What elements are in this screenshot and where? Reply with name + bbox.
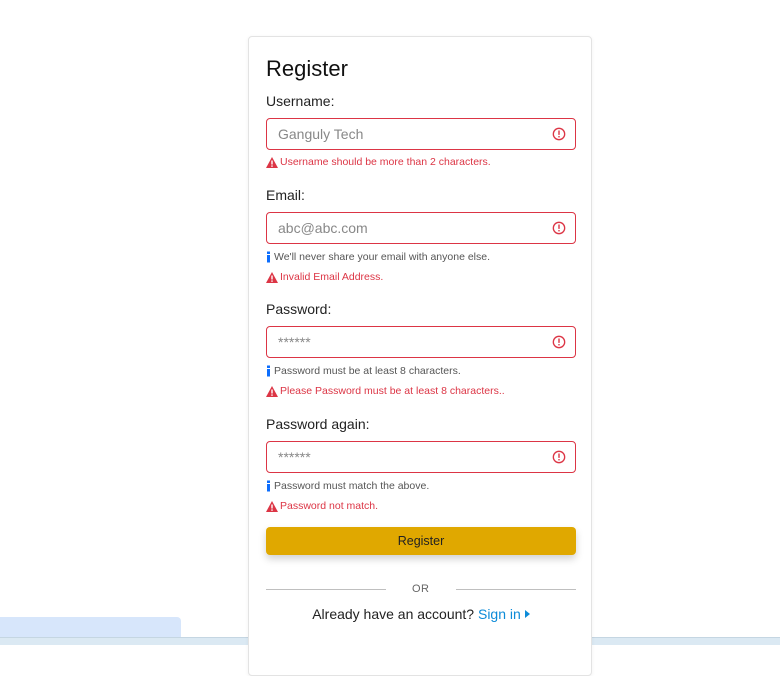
password-again-help-text: Password must match the above. — [274, 480, 430, 492]
password-again-field-wrap — [266, 441, 576, 473]
exclamation-circle-icon — [552, 335, 566, 349]
divider-or-text: OR — [412, 583, 430, 595]
exclamation-circle-icon — [552, 450, 566, 464]
warning-triangle-icon — [266, 156, 278, 168]
password-error-text: Please Password must be at least 8 chara… — [280, 385, 505, 397]
signin-link-text: Sign in — [477, 606, 521, 622]
info-icon — [267, 365, 270, 377]
password-again-label: Password again: — [266, 416, 370, 432]
password-help-text: Password must be at least 8 characters. — [274, 365, 461, 377]
info-icon — [267, 480, 270, 492]
password-input[interactable] — [267, 327, 548, 357]
email-error-text: Invalid Email Address. — [280, 271, 384, 283]
password-again-error-text: Password not match. — [280, 500, 379, 512]
register-card: Register Username: Username should be mo… — [248, 36, 592, 676]
password-field-wrap — [266, 326, 576, 358]
username-error-text: Username should be more than 2 character… — [280, 156, 491, 168]
email-help-text: We'll never share your email with anyone… — [274, 251, 490, 263]
password-again-help: Password must match the above. — [266, 480, 429, 492]
warning-triangle-icon — [266, 385, 278, 397]
password-label: Password: — [266, 301, 332, 317]
username-label: Username: — [266, 93, 335, 109]
info-icon — [267, 251, 270, 263]
username-field-wrap — [266, 118, 576, 150]
divider-left — [266, 589, 386, 590]
password-again-input[interactable] — [267, 442, 548, 472]
username-error: Username should be more than 2 character… — [266, 156, 491, 168]
signin-link[interactable]: Sign in — [478, 606, 530, 622]
password-help: Password must be at least 8 characters. — [266, 365, 461, 377]
signin-prompt: Already have an account? — [312, 606, 475, 622]
email-label: Email: — [266, 187, 305, 203]
email-input[interactable] — [267, 213, 548, 243]
divider-right — [456, 589, 576, 590]
exclamation-circle-icon — [552, 221, 566, 235]
warning-triangle-icon — [266, 500, 278, 512]
password-error: Please Password must be at least 8 chara… — [266, 385, 505, 397]
page-title: Register — [266, 56, 348, 81]
username-input[interactable] — [267, 119, 548, 149]
email-help: We'll never share your email with anyone… — [266, 251, 490, 263]
signin-row: Already have an account? Sign in — [249, 606, 593, 622]
register-button[interactable]: Register — [266, 527, 576, 555]
exclamation-circle-icon — [552, 127, 566, 141]
caret-right-icon — [524, 610, 530, 618]
email-field-wrap — [266, 212, 576, 244]
warning-triangle-icon — [266, 271, 278, 283]
password-again-error: Password not match. — [266, 500, 378, 512]
email-error: Invalid Email Address. — [266, 271, 383, 283]
